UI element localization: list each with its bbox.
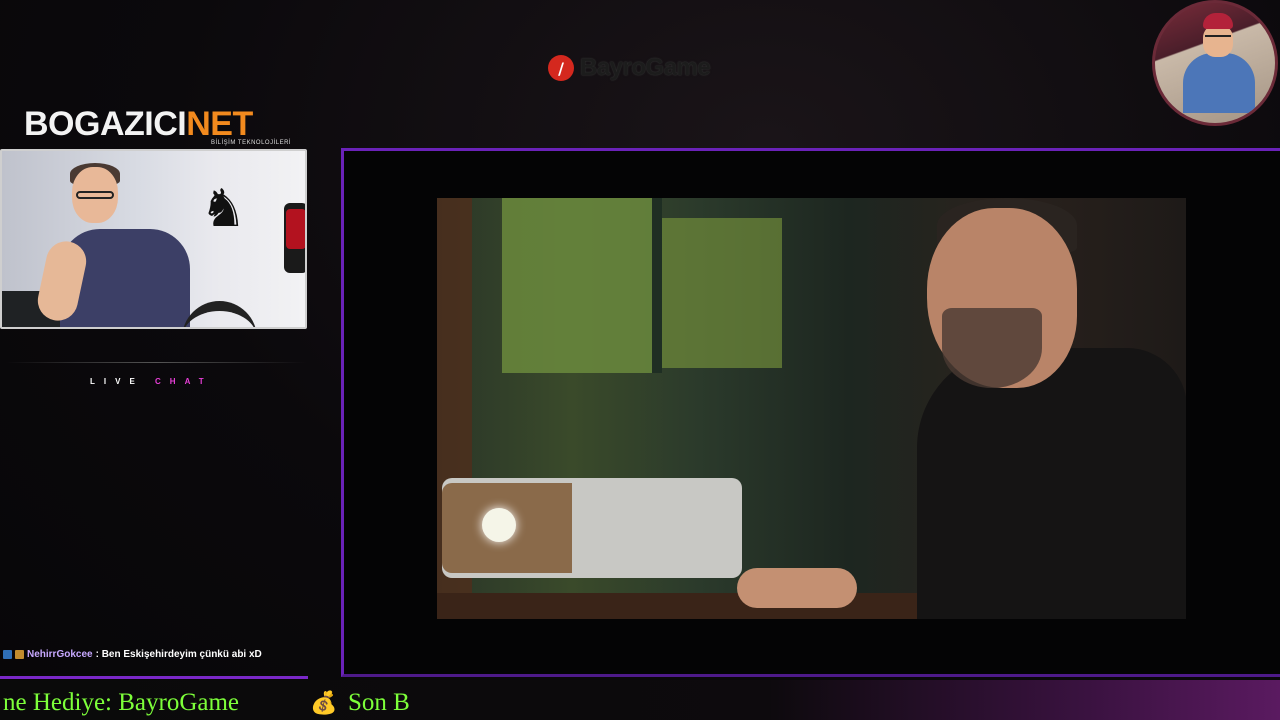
- chat-panel-border: [0, 676, 308, 679]
- sponsor-logo-part2: NET: [186, 105, 253, 143]
- live-chat-title: LIVE CHAT: [90, 377, 213, 386]
- live-chat-word1: LIVE: [90, 377, 144, 386]
- bayrogame-logo-mark: /: [548, 55, 574, 81]
- webcam-feed: ♞: [0, 149, 307, 329]
- bayrogame-logo-text: BayroGame: [580, 54, 711, 81]
- subscriber-badge-icon: [15, 649, 24, 659]
- chat-username[interactable]: NehirrGokcee: [27, 649, 93, 660]
- chat-divider: [6, 362, 306, 363]
- chat-message: NehirrGokcee : Ben Eskişehirdeyim çünkü …: [3, 647, 262, 661]
- live-chat-word2: CHAT: [155, 377, 213, 386]
- ticker-segment-2: Son B: [348, 689, 410, 716]
- sponsor-logo: BOGAZICINET BİLİŞİM TEKNOLOJİLERİ: [24, 104, 294, 148]
- platform-badge-icon: [3, 649, 12, 659]
- ticker-segment-1: ne Hediye: BayroGame: [3, 689, 240, 716]
- streamer-avatar: [1152, 0, 1278, 126]
- sponsor-logo-part1: BOGAZICI: [24, 105, 187, 143]
- sponsor-logo-subtitle: BİLİŞİM TEKNOLOJİLERİ: [211, 140, 292, 146]
- donation-ticker: ne Hediye: BayroGame 💰 Son B: [0, 680, 1280, 720]
- bayrogame-logo: / BayroGame: [548, 48, 711, 88]
- chat-text: : Ben Eskişehirdeyim çünkü abi xD: [95, 648, 262, 660]
- video-player[interactable]: [437, 198, 1186, 619]
- money-bag-icon: 💰: [310, 690, 338, 715]
